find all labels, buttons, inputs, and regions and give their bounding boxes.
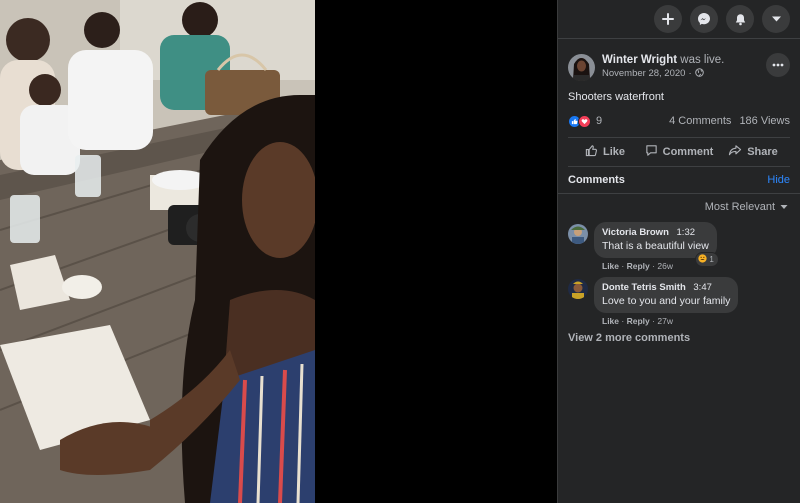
comment-item: Victoria Brown 1:32 That is a beautiful … (568, 222, 790, 271)
like-label: Like (602, 146, 625, 158)
messenger-icon[interactable] (690, 5, 718, 33)
sort-caret-icon (780, 201, 788, 213)
comment-text: That is a beautiful view (602, 240, 709, 252)
comment-bubble: Donte Tetris Smith 3:47 Love to you and … (594, 277, 739, 313)
post-actions-bar: Like Comment Share (568, 137, 790, 167)
commenter-name[interactable]: Donte Tetris Smith (602, 282, 686, 293)
comment-sort-dropdown[interactable]: Most Relevant (568, 198, 788, 216)
post-date[interactable]: November 28, 2020 (602, 68, 685, 80)
comment-age[interactable]: 27w (657, 316, 673, 326)
comment-like-link[interactable]: Like (602, 261, 619, 271)
comment-bubble-icon (645, 144, 658, 160)
live-status-text: was live. (680, 54, 725, 67)
post-text: Shooters waterfront (568, 91, 664, 103)
comments-header: Comments Hide (568, 167, 790, 193)
comment-reply-link[interactable]: Reply (627, 316, 650, 326)
dot-separator: · (621, 316, 625, 326)
wow-face-icon (698, 254, 707, 265)
comment-age[interactable]: 26w (657, 261, 673, 271)
comment-video-timestamp[interactable]: 3:47 (693, 282, 712, 293)
like-button[interactable]: Like (568, 138, 642, 166)
views-count: 186 Views (739, 115, 790, 127)
share-label: Share (747, 146, 778, 158)
author-avatar[interactable] (568, 53, 595, 81)
reaction-count[interactable]: 9 (596, 115, 602, 127)
top-bar (558, 0, 800, 38)
sort-label: Most Relevant (704, 201, 775, 213)
comments-count[interactable]: 4 Comments (669, 115, 731, 127)
comment-label: Comment (662, 146, 714, 158)
commenter-avatar[interactable] (568, 224, 588, 244)
plus-icon[interactable] (654, 5, 682, 33)
reaction-icons[interactable] (568, 114, 591, 128)
comment-like-link[interactable]: Like (602, 316, 619, 326)
globe-icon (694, 67, 704, 81)
comment-reaction-badge[interactable]: 1 (695, 252, 719, 267)
thumbs-up-icon (585, 144, 598, 160)
comment-button[interactable]: Comment (642, 138, 716, 166)
comment-reply-link[interactable]: Reply (627, 261, 650, 271)
view-more-comments-link[interactable]: View 2 more comments (568, 332, 790, 344)
commenter-name[interactable]: Victoria Brown (602, 227, 669, 238)
account-dropdown-icon[interactable] (762, 5, 790, 33)
comment-text: Love to you and your family (602, 295, 731, 307)
comment-item: Donte Tetris Smith 3:47 Love to you and … (568, 277, 790, 326)
notifications-bell-icon[interactable] (726, 5, 754, 33)
comments-title: Comments (568, 174, 625, 186)
dot-separator: · (621, 261, 625, 271)
dot-separator: · (652, 261, 655, 271)
more-options-icon[interactable] (766, 53, 790, 77)
video-frame-image (0, 0, 315, 503)
comment-bubble: Victoria Brown 1:32 That is a beautiful … (594, 222, 719, 267)
love-icon (578, 114, 591, 128)
live-video-player[interactable] (0, 0, 557, 503)
date-separator: · (688, 68, 692, 80)
topbar-divider (558, 38, 800, 39)
dot-separator: · (652, 316, 655, 326)
author-name[interactable]: Winter Wright (602, 54, 677, 66)
comments-divider (558, 193, 800, 194)
share-arrow-icon (728, 144, 742, 160)
post-stats: 9 4 Comments 186 Views (568, 111, 790, 131)
hide-comments-link[interactable]: Hide (767, 174, 790, 186)
share-button[interactable]: Share (716, 138, 790, 166)
comment-reaction-count: 1 (709, 255, 714, 264)
commenter-avatar[interactable] (568, 279, 588, 299)
post-side-panel: Winter Wright was live. November 28, 202… (557, 0, 800, 503)
post-header: Winter Wright was live. November 28, 202… (558, 47, 800, 87)
comment-video-timestamp[interactable]: 1:32 (677, 227, 696, 238)
